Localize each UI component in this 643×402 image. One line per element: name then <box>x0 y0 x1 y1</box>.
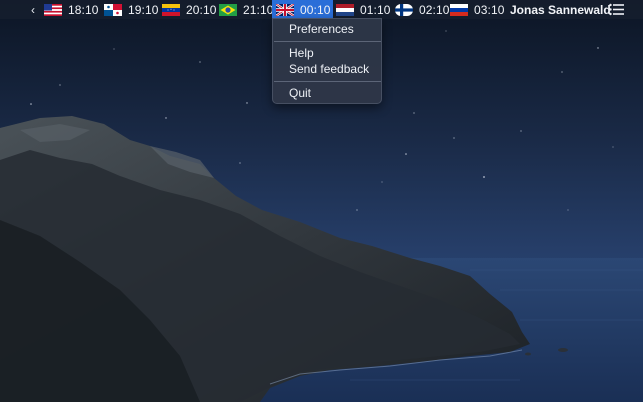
clock-time-venezuela: 20:10 <box>186 2 217 17</box>
clock-uk[interactable]: 00:10 <box>272 0 333 19</box>
clock-russia[interactable]: 03:10 <box>450 0 505 19</box>
clock-time-russia: 03:10 <box>474 2 505 17</box>
clock-brazil[interactable]: 21:10 <box>219 0 274 19</box>
clock-panama[interactable]: 19:10 <box>104 0 159 19</box>
clock-time-uk: 00:10 <box>300 2 331 17</box>
clock-venezuela[interactable]: 20:10 <box>162 0 217 19</box>
clock-us[interactable]: 18:10 <box>44 0 99 19</box>
clock-time-finland: 02:10 <box>419 2 450 17</box>
clock-time-netherlands: 01:10 <box>360 2 391 17</box>
finland-flag-icon <box>395 3 413 16</box>
clock-time-brazil: 21:10 <box>243 2 274 17</box>
clock-netherlands[interactable]: 01:10 <box>336 0 391 19</box>
panama-flag-icon <box>104 3 122 16</box>
clock-dropdown-menu: Preferences Help Send feedback Quit <box>272 18 382 104</box>
list-icon[interactable] <box>609 3 625 16</box>
menu-separator <box>274 81 381 82</box>
russia-flag-icon <box>450 3 468 16</box>
menu-item-help[interactable]: Help <box>289 46 314 61</box>
netherlands-flag-icon <box>336 3 354 16</box>
menu-item-preferences[interactable]: Preferences <box>289 22 354 37</box>
clock-finland[interactable]: 02:10 <box>395 0 450 19</box>
menu-separator <box>274 41 381 42</box>
user-name[interactable]: Jonas Sannewald <box>510 0 611 19</box>
desktop: ‹ 18:10 19:10 20:10 21:10 00:10 01:10 02… <box>0 0 643 402</box>
menu-item-quit[interactable]: Quit <box>289 86 311 101</box>
us-flag-icon <box>44 3 62 16</box>
uk-flag-icon <box>276 3 294 16</box>
venezuela-flag-icon <box>162 3 180 16</box>
menu-item-send-feedback[interactable]: Send feedback <box>289 62 369 77</box>
clock-time-panama: 19:10 <box>128 2 159 17</box>
chevron-left-icon[interactable]: ‹ <box>27 2 39 17</box>
clock-time-us: 18:10 <box>68 2 99 17</box>
menu-bar: ‹ 18:10 19:10 20:10 21:10 00:10 01:10 02… <box>0 0 643 19</box>
brazil-flag-icon <box>219 3 237 16</box>
